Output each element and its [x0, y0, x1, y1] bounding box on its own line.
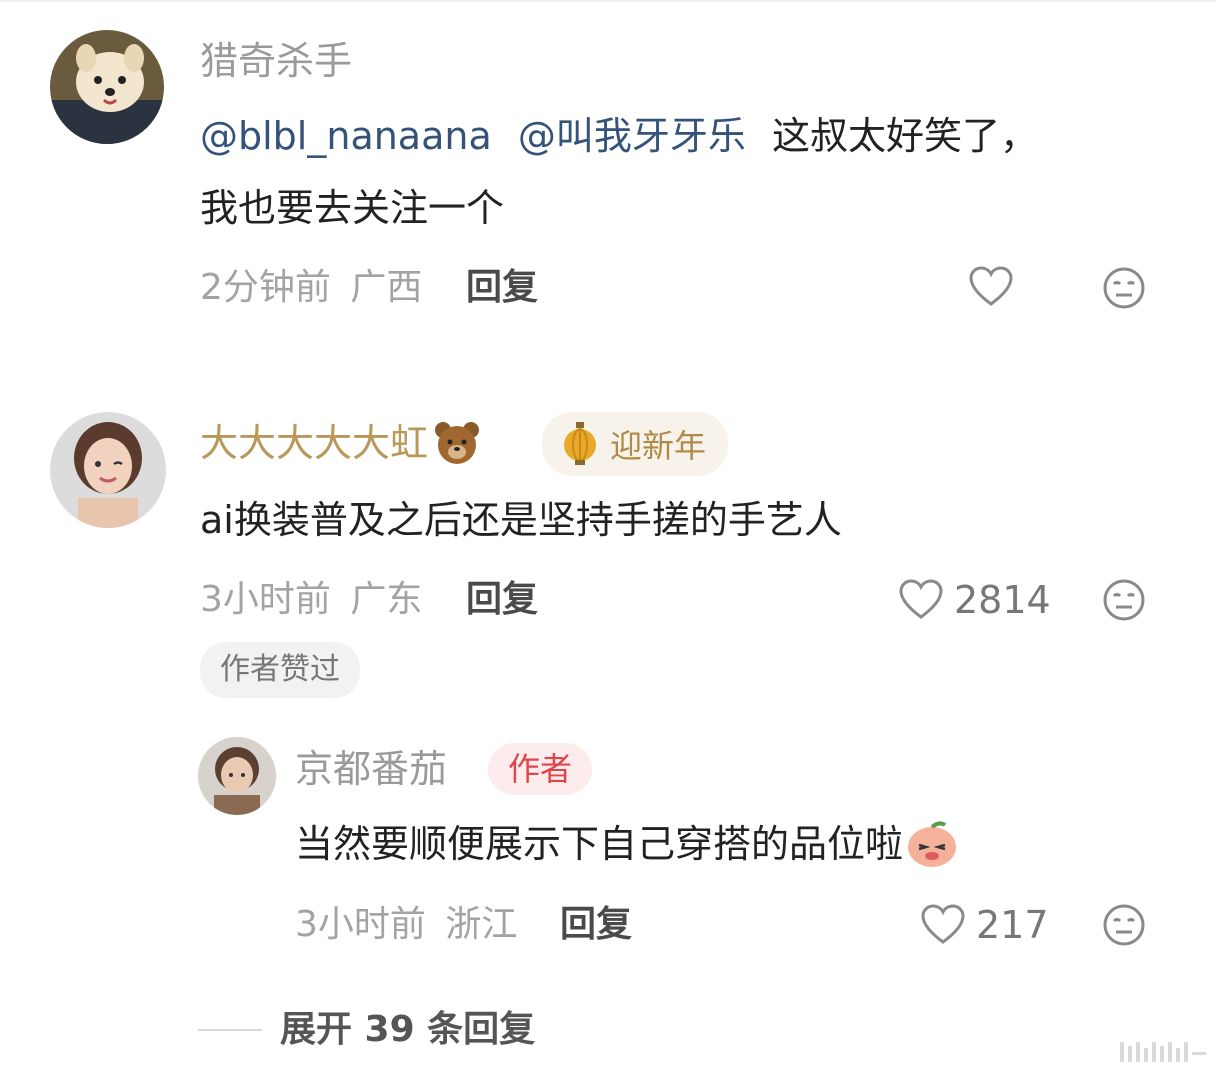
watermark-logo [1120, 1040, 1210, 1070]
comment-2-text: ai换装普及之后还是坚持手搓的手艺人 [200, 498, 842, 542]
dog-avatar-icon [50, 30, 164, 144]
comment-2-reply-button[interactable]: 回复 [466, 578, 538, 622]
mention-link[interactable]: @blbl_nanaana [200, 114, 492, 158]
comment-location: 浙江 [445, 904, 518, 945]
comment-time: 3小时前 [295, 904, 426, 945]
comment-2-username[interactable]: 大大大大大虹 [200, 420, 482, 466]
heart-icon [921, 904, 965, 944]
meh-face-icon [1103, 579, 1145, 621]
comment-2-like-button[interactable]: 2814 [898, 578, 1051, 622]
author-badge: 作者 [488, 743, 593, 795]
comment-time: 2分钟前 [200, 267, 331, 308]
meh-face-icon [1103, 267, 1145, 309]
top-divider [0, 0, 1216, 2]
reply-avatar[interactable] [198, 737, 276, 815]
comment-1-like-button[interactable] [968, 266, 1014, 308]
comment-1-avatar[interactable] [50, 30, 164, 144]
comment-2-dislike-button[interactable] [1102, 578, 1146, 626]
reply-dislike-button[interactable] [1102, 903, 1146, 951]
heart-icon [969, 266, 1013, 306]
comment-2-username-text: 大大大大大虹 [200, 421, 429, 465]
reply-meta: 3小时前 浙江 [295, 903, 517, 947]
comment-1-text-line1: 这叔太好笑了， [771, 114, 1038, 158]
like-count: 217 [976, 903, 1049, 947]
peach-face-emoji-icon [908, 821, 957, 867]
like-count: 2814 [954, 578, 1051, 622]
event-badge-label: 迎新年 [610, 427, 707, 465]
comment-location: 广西 [350, 267, 423, 308]
man-avatar-icon [198, 737, 276, 815]
reply-text-body: 当然要顺便展示下自己穿搭的品位啦 [295, 822, 904, 866]
author-liked-chip: 作者赞过 [200, 642, 360, 698]
comment-1-dislike-button[interactable] [1102, 266, 1146, 314]
reply-reply-button[interactable]: 回复 [560, 903, 632, 947]
comment-location: 广东 [350, 579, 423, 620]
comment-2-avatar[interactable] [50, 412, 166, 528]
heart-icon [899, 579, 943, 619]
comment-1-text: @blbl_nanaana @叫我牙牙乐 这叔太好笑了， [200, 100, 1038, 172]
mention-link[interactable]: @叫我牙牙乐 [518, 114, 746, 158]
lantern-icon [564, 422, 596, 465]
reply-like-button[interactable]: 217 [920, 903, 1049, 947]
comment-1-meta: 2分钟前 广西 [200, 266, 422, 310]
watermark-bars-icon [1120, 1042, 1206, 1062]
reply-username[interactable]: 京都番茄 [295, 746, 447, 792]
comment-1-username[interactable]: 猎奇杀手 [200, 38, 352, 84]
expand-replies-button[interactable]: 展开 39 条回复 [280, 1008, 535, 1052]
comment-2-meta: 3小时前 广东 [200, 578, 422, 622]
comment-1-reply-button[interactable]: 回复 [466, 266, 538, 310]
comment-time: 3小时前 [200, 579, 331, 620]
bear-emoji-icon [435, 422, 480, 464]
reply-text: 当然要顺便展示下自己穿搭的品位啦 [295, 808, 959, 880]
woman-avatar-icon [50, 412, 166, 528]
meh-face-icon [1103, 904, 1145, 946]
event-badge[interactable]: 迎新年 [542, 412, 729, 476]
expand-divider [198, 1029, 262, 1031]
comment-1-text-line2: 我也要去关注一个 [200, 186, 505, 230]
